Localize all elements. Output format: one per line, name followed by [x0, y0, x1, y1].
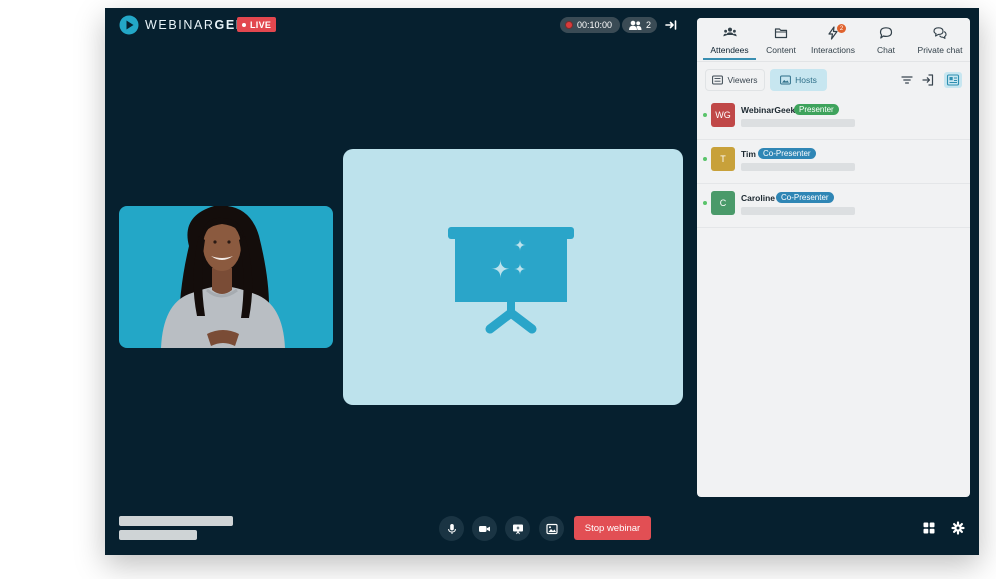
webinargeek-logo: WEBINARGEEK [119, 15, 256, 35]
online-status-icon [703, 157, 707, 161]
host-card-icon[interactable] [944, 72, 962, 88]
image-button[interactable] [539, 516, 564, 541]
people-icon [629, 20, 642, 30]
host-row[interactable]: WG WebinarGeek Presenter [697, 96, 970, 140]
role-badge: Co-Presenter [776, 192, 834, 203]
image-icon [545, 523, 558, 534]
side-panel: Attendees Content 2 Interactions Chat Pr… [697, 18, 970, 497]
role-badge: Co-Presenter [758, 148, 816, 159]
folder-icon [774, 28, 788, 39]
online-status-icon [703, 201, 707, 205]
host-row[interactable]: T Tim Co-Presenter [697, 140, 970, 184]
online-status-icon [703, 113, 707, 117]
live-label: LIVE [250, 19, 272, 30]
active-tab-indicator [703, 58, 756, 60]
viewers-list-icon [712, 75, 724, 85]
stop-webinar-button[interactable]: Stop webinar [574, 516, 651, 540]
subtitle-placeholder [119, 530, 197, 540]
sign-in-icon[interactable] [921, 73, 935, 87]
host-row[interactable]: C Caroline Co-Presenter [697, 184, 970, 228]
viewers-toggle[interactable]: Viewers [705, 69, 765, 91]
layout-icon[interactable] [922, 521, 936, 535]
presenter-image [161, 206, 285, 348]
host-detail-placeholder [741, 163, 855, 171]
tab-label: Private chat [917, 45, 963, 55]
tab-private-chat[interactable]: Private chat [913, 24, 967, 60]
host-detail-placeholder [741, 207, 855, 215]
attendee-count-pill[interactable]: 2 [622, 17, 658, 33]
hosts-label: Hosts [795, 75, 817, 85]
presentation-icon [512, 524, 523, 534]
hosts-image-icon [780, 75, 792, 85]
tab-interactions[interactable]: 2 Interactions [809, 24, 857, 60]
viewers-label: Viewers [727, 75, 758, 85]
microphone-button[interactable] [439, 516, 464, 541]
presenter-video[interactable] [119, 206, 333, 348]
live-dot-icon [242, 22, 246, 27]
leave-icon[interactable] [664, 18, 678, 32]
presentation-area[interactable] [343, 149, 683, 405]
tab-label: Interactions [811, 45, 855, 55]
avatar: C [711, 191, 735, 215]
interactions-badge: 2 [837, 24, 846, 33]
camera-button[interactable] [472, 516, 497, 541]
present-button[interactable] [505, 516, 530, 541]
tab-label: Attendees [710, 45, 749, 55]
webinar-studio: WEBINARGEEK LIVE 00:10:00 2 Stop webinar… [105, 8, 979, 555]
tab-content[interactable]: Content [760, 24, 802, 60]
tab-label: Content [766, 45, 796, 55]
recording-timer: 00:10:00 [560, 17, 621, 33]
timer-text: 00:10:00 [577, 20, 613, 30]
private-chat-icon [933, 27, 947, 39]
record-icon [565, 21, 573, 29]
host-name: WebinarGeek [741, 105, 796, 115]
avatar: WG [711, 103, 735, 127]
title-placeholder [119, 516, 233, 526]
role-badge: Presenter [794, 104, 839, 115]
avatar: T [711, 147, 735, 171]
settings-gear-icon[interactable] [951, 521, 965, 535]
tab-chat[interactable]: Chat [873, 24, 899, 60]
host-detail-placeholder [741, 119, 855, 127]
panel-tabs: Attendees Content 2 Interactions Chat Pr… [697, 18, 970, 62]
play-logo-icon [119, 15, 139, 35]
hosts-toggle[interactable]: Hosts [770, 69, 827, 91]
attendee-count: 2 [646, 20, 652, 30]
tab-attendees[interactable]: Attendees [703, 24, 756, 60]
chat-bubble-icon [879, 27, 893, 39]
tab-label: Chat [877, 45, 895, 55]
attendees-icon [722, 27, 737, 37]
camera-icon [479, 525, 490, 532]
microphone-icon [447, 523, 456, 534]
live-badge: LIVE [237, 17, 277, 32]
host-name: Tim [741, 149, 756, 159]
host-name: Caroline [741, 193, 776, 203]
presentation-sparkle-icon [448, 227, 574, 334]
filter-icon[interactable] [900, 73, 914, 87]
